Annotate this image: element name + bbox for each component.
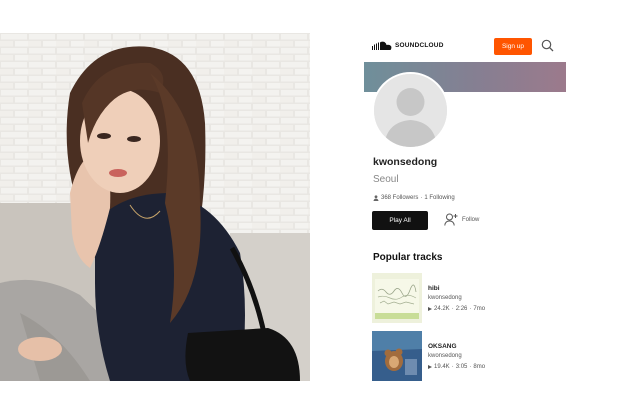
avatar <box>372 72 449 149</box>
city: Seoul <box>373 174 399 185</box>
track-title[interactable]: hibi <box>428 285 440 292</box>
follow-stats: 368 Followers · 1 Following <box>373 195 455 201</box>
soundcloud-logo[interactable]: SOUNDCLOUD <box>372 41 444 50</box>
meta-separator: · <box>469 364 472 370</box>
track-age: 8mo <box>473 364 486 370</box>
followers-count[interactable]: 368 Followers <box>381 195 418 201</box>
meta-separator: · <box>469 306 472 312</box>
meta-separator: · <box>451 306 454 312</box>
follow-label: Follow <box>462 216 480 223</box>
play-count: 24.2K <box>434 306 450 312</box>
play-count: 19.4K <box>434 364 450 370</box>
meta-separator: · <box>451 364 454 370</box>
user-icon <box>373 195 379 201</box>
track-artist[interactable]: kwonsedong <box>428 295 462 301</box>
profile-photo <box>0 33 310 381</box>
track-item[interactable]: hibi kwonsedong 24.2K · 2:26 · 7mo <box>372 273 566 323</box>
track-item[interactable]: OKSANG kwonsedong 19.4K · 3:05 · 8mo <box>372 331 566 381</box>
track-artist[interactable]: kwonsedong <box>428 353 462 359</box>
track-duration: 2:26 <box>455 306 468 312</box>
header: SOUNDCLOUD Sign up <box>364 30 566 62</box>
popular-tracks-heading: Popular tracks <box>373 252 443 263</box>
add-user-icon <box>444 213 458 226</box>
play-all-button[interactable]: Play All <box>372 211 428 230</box>
track-duration: 3:05 <box>455 364 468 370</box>
soundcloud-logo-icon <box>372 41 392 50</box>
following-count[interactable]: 1 Following <box>424 195 454 201</box>
track-title[interactable]: OKSANG <box>428 343 457 350</box>
track-artwork[interactable] <box>372 331 422 381</box>
stats-separator: · <box>420 195 423 201</box>
search-icon[interactable] <box>541 39 554 52</box>
signup-button[interactable]: Sign up <box>494 38 532 55</box>
soundcloud-profile-panel: SOUNDCLOUD Sign up kwonsedong Seoul 368 … <box>364 30 566 390</box>
track-age: 7mo <box>473 306 486 312</box>
follow-button[interactable]: Follow <box>444 213 479 226</box>
track-meta: 19.4K · 3:05 · 8mo <box>428 364 485 370</box>
track-artwork[interactable] <box>372 273 422 323</box>
track-meta: 24.2K · 2:26 · 7mo <box>428 306 485 312</box>
logo-text: SOUNDCLOUD <box>395 42 444 49</box>
username: kwonsedong <box>373 156 438 168</box>
play-icon <box>428 365 432 369</box>
play-icon <box>428 307 432 311</box>
